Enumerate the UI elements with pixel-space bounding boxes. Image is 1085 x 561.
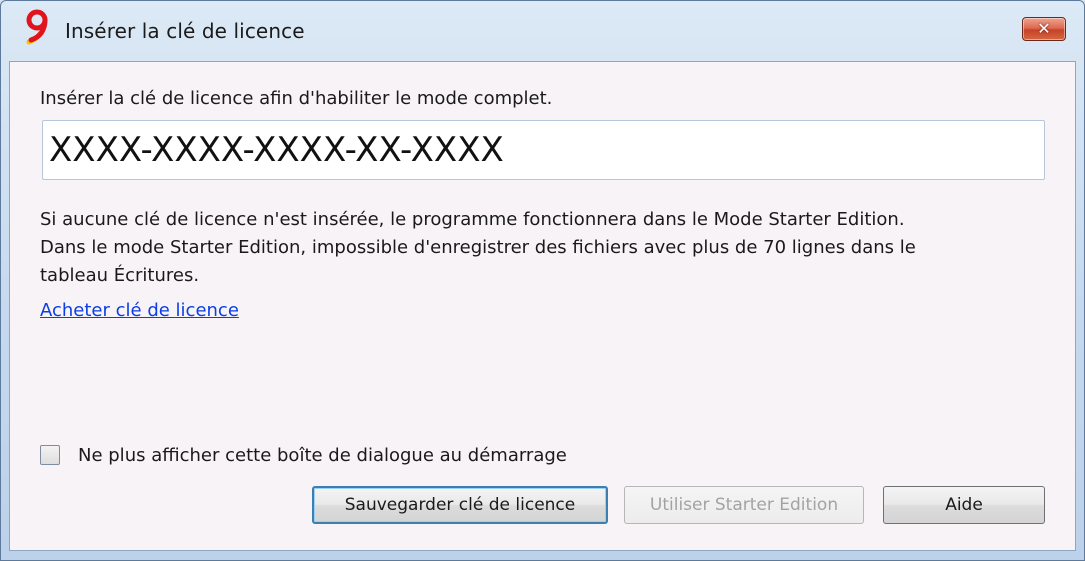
dont-show-again-checkbox[interactable] (40, 445, 60, 465)
license-dialog-window: Insérer la clé de licence ✕ Insérer la c… (0, 0, 1085, 561)
dialog-body: Insérer la clé de licence afin d'habilit… (9, 61, 1076, 551)
save-license-button[interactable]: Sauvegarder clé de licence (312, 486, 608, 524)
license-prompt-label: Insérer la clé de licence afin d'habilit… (40, 88, 553, 109)
close-icon: ✕ (1037, 19, 1051, 38)
title-bar[interactable]: Insérer la clé de licence ✕ (1, 1, 1084, 61)
buy-license-link[interactable]: Acheter clé de licence (40, 300, 239, 321)
banana-9-logo-icon (26, 9, 48, 45)
info-line-3: tableau Écritures. (40, 265, 200, 286)
info-line-2: Dans le mode Starter Edition, impossible… (40, 237, 916, 258)
window-title: Insérer la clé de licence (65, 19, 305, 43)
dont-show-again-row[interactable]: Ne plus afficher cette boîte de dialogue… (40, 442, 567, 468)
close-button[interactable]: ✕ (1022, 17, 1066, 41)
use-starter-edition-button[interactable]: Utiliser Starter Edition (624, 486, 864, 524)
starter-edition-info: Si aucune clé de licence n'est insérée, … (40, 206, 1050, 290)
dont-show-again-label[interactable]: Ne plus afficher cette boîte de dialogue… (78, 445, 567, 466)
license-key-input[interactable] (42, 120, 1045, 180)
info-line-1: Si aucune clé de licence n'est insérée, … (40, 209, 905, 230)
help-button[interactable]: Aide (883, 486, 1045, 524)
